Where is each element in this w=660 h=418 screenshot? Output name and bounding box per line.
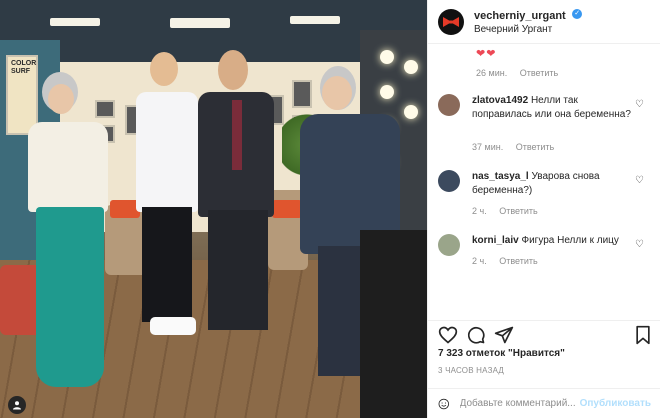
comments-list: ❤❤ 26 мин. Ответить zlatova1492 Нелли та… xyxy=(428,44,660,314)
reply-button[interactable]: Ответить xyxy=(499,256,537,266)
commenter-avatar[interactable] xyxy=(438,234,460,256)
heart-icon[interactable] xyxy=(438,325,458,345)
comment-text: Фигура Нелли к лицу xyxy=(521,235,619,246)
post-header: vecherniy_urgant ✓ Вечерний Ургант xyxy=(428,0,660,44)
comment-time: 2 ч. xyxy=(472,206,487,216)
comment-item: nas_tasya_l Уварова снова беременна?) xyxy=(472,170,632,198)
reply-button[interactable]: Ответить xyxy=(520,68,558,78)
add-comment-bar: Опубликовать xyxy=(428,388,660,418)
heart-icon[interactable]: ♡ xyxy=(635,99,644,110)
person-woman xyxy=(22,72,118,392)
post-actions xyxy=(428,320,660,348)
likes-count[interactable]: 7 323 отметок "Нравится" xyxy=(438,348,565,359)
desk xyxy=(360,230,427,418)
caption-hearts: ❤❤ xyxy=(476,48,497,60)
person-white-shirt xyxy=(134,52,204,342)
bowtie-logo-icon[interactable] xyxy=(438,8,464,35)
post-photo[interactable]: COLOR SURF xyxy=(0,0,427,418)
comment-meta: 2 ч. Ответить xyxy=(472,206,538,216)
post-sidebar: vecherniy_urgant ✓ Вечерний Ургант ❤❤ 26… xyxy=(427,0,660,418)
user-tag-icon[interactable] xyxy=(8,396,26,414)
commenter-avatar[interactable] xyxy=(438,170,460,192)
comment-meta: 37 мин. Ответить xyxy=(472,142,554,152)
bookmark-icon[interactable] xyxy=(633,325,653,345)
heart-icon[interactable]: ♡ xyxy=(635,175,644,186)
publish-comment-button[interactable]: Опубликовать xyxy=(580,398,651,409)
comment-username[interactable]: korni_laiv xyxy=(472,235,519,246)
verified-badge-icon: ✓ xyxy=(572,9,583,20)
comment-username[interactable]: nas_tasya_l xyxy=(472,171,529,182)
reply-button[interactable]: Ответить xyxy=(499,206,537,216)
caption-time: 26 мин. xyxy=(476,68,508,78)
comment-time: 2 ч. xyxy=(472,256,487,266)
commenter-avatar[interactable] xyxy=(438,94,460,116)
post-username[interactable]: vecherniy_urgant xyxy=(474,10,566,22)
person-dark-suit xyxy=(198,50,288,340)
comment-username[interactable]: zlatova1492 xyxy=(472,95,528,106)
heart-icon[interactable]: ♡ xyxy=(635,239,644,250)
comment-input[interactable] xyxy=(459,398,580,409)
share-icon[interactable] xyxy=(494,325,514,345)
comment-icon[interactable] xyxy=(466,325,486,345)
comment-time: 37 мин. xyxy=(472,142,504,152)
post-location[interactable]: Вечерний Ургант xyxy=(474,23,582,36)
emoji-icon[interactable] xyxy=(438,395,450,413)
reply-button[interactable]: Ответить xyxy=(516,142,554,152)
comment-item: zlatova1492 Нелли так поправилась или он… xyxy=(472,94,632,122)
post-timestamp[interactable]: 3 ЧАСОВ НАЗАД xyxy=(438,366,504,375)
caption-meta: 26 мин. Ответить xyxy=(476,68,558,78)
comment-item: korni_laiv Фигура Нелли к лицу xyxy=(472,234,632,248)
comment-meta: 2 ч. Ответить xyxy=(472,256,538,266)
